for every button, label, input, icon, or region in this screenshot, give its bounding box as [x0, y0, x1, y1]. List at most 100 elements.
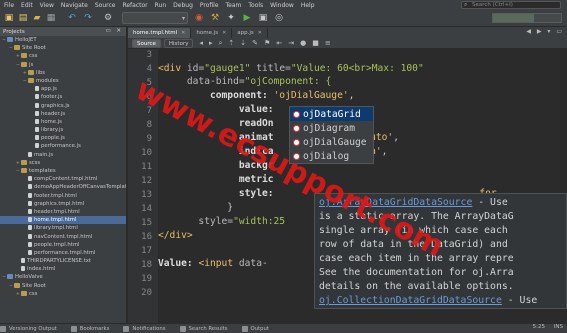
forward-icon[interactable]: ▸: [209, 39, 213, 47]
back-icon[interactable]: ◂: [199, 39, 203, 47]
status-item[interactable]: Notifications: [123, 325, 166, 332]
configuration-select[interactable]: ▾: [122, 12, 188, 24]
tree-node[interactable]: performance.tmpl.html: [0, 249, 126, 257]
tree-node[interactable]: − modules: [0, 77, 126, 85]
menu-refactor[interactable]: Refactor: [122, 2, 147, 9]
search-input[interactable]: ⌕ Search (Ctrl+I): [461, 1, 561, 9]
tree-node[interactable]: main.js: [0, 151, 126, 159]
menu-tools[interactable]: Tools: [248, 2, 263, 9]
new-file-icon[interactable]: ▤: [17, 12, 29, 24]
tree-node[interactable]: people.tmpl.html: [0, 241, 126, 249]
menu-file[interactable]: File: [4, 2, 14, 9]
browser-icon[interactable]: ◉: [193, 12, 205, 24]
tree-node[interactable]: demoAppHeaderOffCanvasTemplate.tmpl.html: [0, 183, 126, 191]
tree-node[interactable]: + css: [0, 52, 126, 60]
stop-macro-icon[interactable]: ■: [312, 39, 319, 47]
completion-item[interactable]: ojDialog: [290, 149, 373, 163]
tree-node[interactable]: navContent.tmpl.html: [0, 233, 126, 241]
tab-controls[interactable]: ◀ ▶ ▾ ▭: [526, 28, 564, 35]
tree-node[interactable]: − templates: [0, 167, 126, 175]
tree-node[interactable]: − HelloJET: [0, 36, 126, 44]
open-project-icon[interactable]: ▰: [31, 12, 43, 24]
close-tab-icon[interactable]: ✕: [258, 28, 262, 38]
close-tab-icon[interactable]: ✕: [181, 28, 185, 38]
doc-link[interactable]: oj.CollectionDataGridDataSource: [319, 295, 502, 306]
status-item[interactable]: Output: [241, 325, 269, 332]
code-completion-popup[interactable]: ojDataGrid ojDiagram ojDialGauge ojDialog: [289, 106, 374, 164]
completion-item[interactable]: ojDialGauge: [290, 135, 373, 149]
find-icon[interactable]: ⌕: [219, 39, 223, 48]
status-item[interactable]: Search Results: [179, 325, 228, 332]
tree-node[interactable]: + css: [0, 290, 126, 298]
record-macro-icon[interactable]: ●: [300, 39, 306, 47]
prev-occurrence-icon[interactable]: ⇡: [228, 39, 234, 47]
tree-node[interactable]: + libs: [0, 69, 126, 77]
tree-node[interactable]: index.html: [0, 265, 126, 273]
shift-right-icon[interactable]: ⇥: [288, 39, 294, 47]
tree-node[interactable]: − js: [0, 61, 126, 69]
folder-icon: [14, 45, 20, 51]
shift-left-icon[interactable]: ⇤: [276, 39, 282, 47]
tree-node[interactable]: people.js: [0, 134, 126, 142]
undo-icon[interactable]: ↶: [66, 12, 78, 24]
tree-node[interactable]: performance.js: [0, 142, 126, 150]
save-all-icon[interactable]: ▦: [45, 12, 57, 24]
tree-node[interactable]: THIRDPARTYLICENSE.txt: [0, 257, 126, 265]
toggle-highlight-icon[interactable]: ✎: [252, 39, 258, 47]
doc-link[interactable]: oj.ArrayDataGridDataSource: [319, 197, 472, 208]
status-item[interactable]: Bookmarks: [70, 325, 109, 332]
completion-item[interactable]: ojDataGrid: [290, 107, 373, 121]
menu-navigate[interactable]: Navigate: [61, 2, 88, 9]
configuration-icon[interactable]: ⚙: [102, 12, 114, 24]
tree-node[interactable]: library.js: [0, 126, 126, 134]
memory-meter[interactable]: [492, 13, 562, 23]
tree-node-label: HelloJET: [15, 37, 37, 43]
doc-text: is a static array. The ArrayDataG: [319, 211, 514, 222]
code-line-5: data-bind="ojComponent: {: [158, 76, 332, 87]
tree-node[interactable]: − HelloValve: [0, 273, 126, 281]
tree-node[interactable]: − Site Root: [0, 282, 126, 290]
menu-debug[interactable]: Debug: [173, 2, 193, 9]
menu-window[interactable]: Window: [270, 2, 294, 9]
clean-build-icon[interactable]: ✦: [225, 12, 237, 24]
run-icon[interactable]: ▶: [241, 12, 253, 24]
panel-controls[interactable]: ▭ ✕: [105, 28, 123, 34]
tree-node[interactable]: footer.js: [0, 93, 126, 101]
debug-icon[interactable]: ▣: [257, 12, 269, 24]
tree-node[interactable]: header.js: [0, 110, 126, 118]
comment-icon[interactable]: ≡: [325, 39, 331, 47]
next-occurrence-icon[interactable]: ⇣: [240, 39, 246, 47]
tree-node[interactable]: home.js: [0, 118, 126, 126]
tree-node[interactable]: − Site Root: [0, 44, 126, 52]
status-item[interactable]: Versioning Output: [0, 325, 57, 332]
tree-node[interactable]: graphics.tmpl.html: [0, 200, 126, 208]
editor-tab[interactable]: app.js ✕: [232, 28, 268, 38]
editor-tab[interactable]: home.tmpl.html ✕: [128, 28, 192, 38]
redo-icon[interactable]: ↷: [82, 12, 94, 24]
editor-tab[interactable]: home.js ✕: [191, 28, 233, 38]
projects-panel-header: Projects ▭ ✕: [0, 27, 126, 36]
menu-profile[interactable]: Profile: [200, 2, 219, 9]
profile-icon[interactable]: ◎: [273, 12, 285, 24]
tree-node[interactable]: footer.tmpl.html: [0, 192, 126, 200]
menu-edit[interactable]: Edit: [21, 2, 33, 9]
tree-node[interactable]: compContent.tmpl.html: [0, 175, 126, 183]
source-tab[interactable]: Source: [132, 38, 161, 48]
tree-node[interactable]: home.tmpl.html: [0, 216, 126, 225]
menu-view[interactable]: View: [40, 2, 54, 9]
new-project-icon[interactable]: ▣: [3, 12, 15, 24]
tree-node[interactable]: library.tmpl.html: [0, 224, 126, 232]
tree-node[interactable]: + scss: [0, 159, 126, 167]
menu-team[interactable]: Team: [226, 2, 242, 9]
menu-source[interactable]: Source: [95, 2, 116, 9]
tree-node[interactable]: app.js: [0, 85, 126, 93]
tree-node[interactable]: header.tmpl.html: [0, 208, 126, 216]
tree-node[interactable]: graphics.js: [0, 102, 126, 110]
build-icon[interactable]: ⚒: [209, 12, 221, 24]
close-tab-icon[interactable]: ✕: [222, 28, 226, 38]
toggle-bookmark-icon[interactable]: ⚑: [264, 39, 270, 47]
menu-help[interactable]: Help: [301, 2, 315, 9]
completion-item[interactable]: ojDiagram: [290, 121, 373, 135]
menu-run[interactable]: Run: [155, 2, 167, 9]
history-tab[interactable]: History: [163, 38, 194, 48]
